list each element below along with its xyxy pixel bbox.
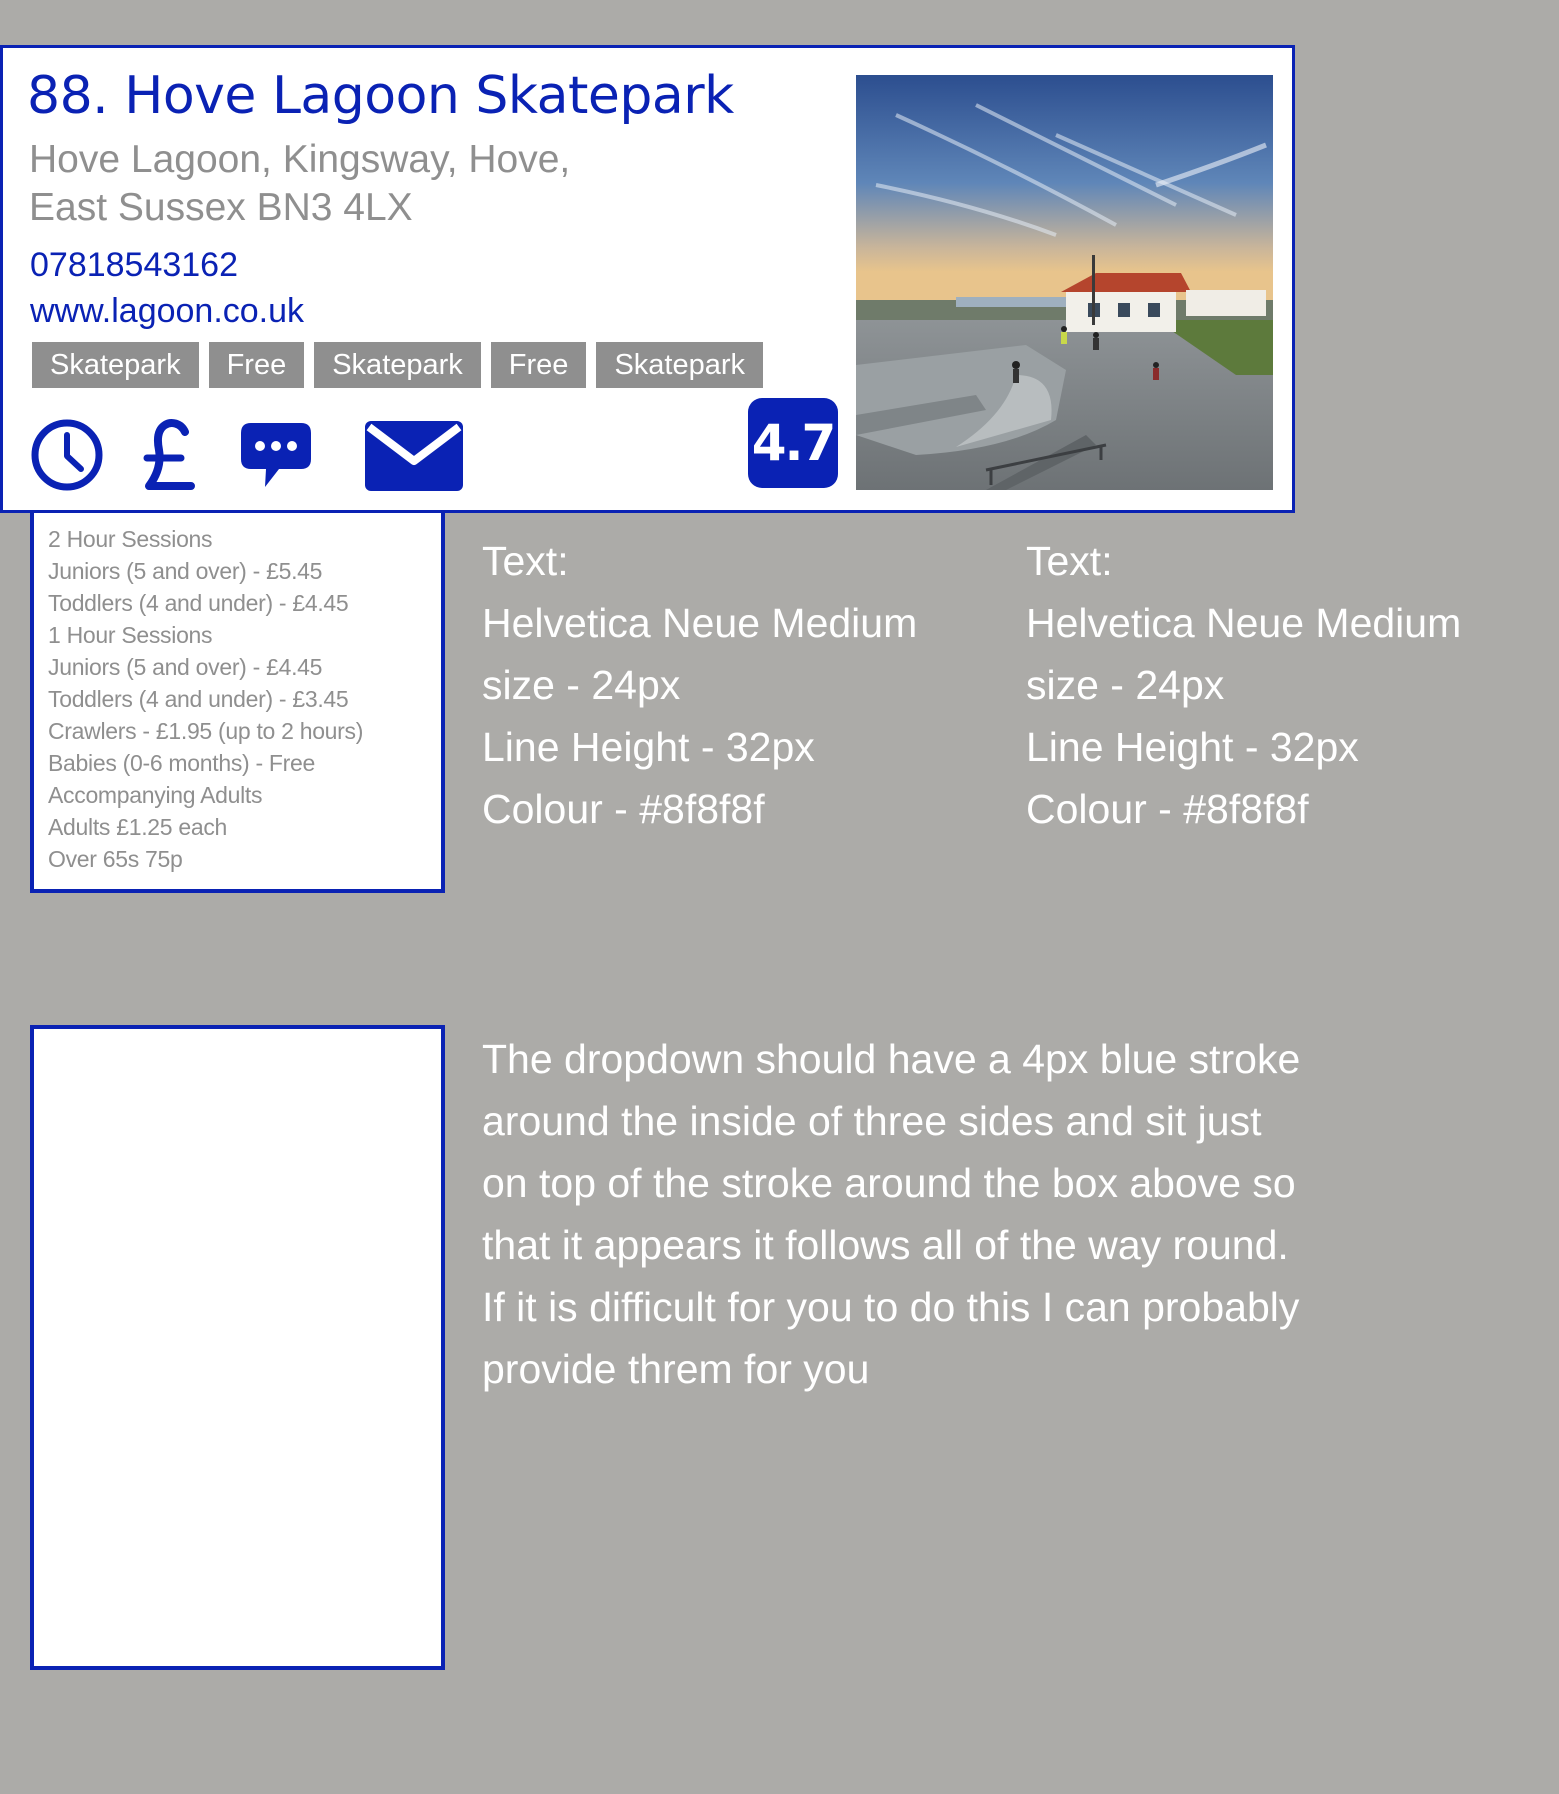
- spec-line: size - 24px: [482, 662, 681, 708]
- empty-dropdown-box: [30, 1025, 445, 1670]
- tag-free[interactable]: Free: [490, 342, 587, 388]
- spec-line: Line Height - 32px: [482, 724, 815, 770]
- chat-icon[interactable]: [239, 421, 313, 493]
- spec-line: Line Height - 32px: [1026, 724, 1359, 770]
- spec-line: Helvetica Neue Medium: [1026, 600, 1462, 646]
- note-line: If it is difficult for you to do this I …: [482, 1284, 1300, 1330]
- design-note: The dropdown should have a 4px blue stro…: [482, 1028, 1462, 1400]
- price-line: Babies (0-6 months) - Free: [48, 750, 316, 776]
- price-line: 2 Hour Sessions: [48, 526, 213, 552]
- note-line: provide threm for you: [482, 1346, 870, 1392]
- price-line: Adults £1.25 each: [48, 814, 228, 840]
- spec-line: Colour - #8f8f8f: [482, 786, 765, 832]
- note-line: The dropdown should have a 4px blue stro…: [482, 1036, 1301, 1082]
- price-line: Accompanying Adults: [48, 782, 263, 808]
- venue-title: 88. Hove Lagoon Skatepark: [27, 66, 734, 126]
- spec-annotation-right: Text: Helvetica Neue Medium size - 24px …: [1026, 530, 1461, 840]
- tag-skatepark[interactable]: Skatepark: [32, 342, 199, 388]
- price-line: Toddlers (4 and under) - £4.45: [48, 590, 349, 616]
- price-line: 1 Hour Sessions: [48, 622, 213, 648]
- clock-icon[interactable]: [30, 418, 104, 492]
- price-line: Juniors (5 and over) - £5.45: [48, 558, 323, 584]
- phone-number[interactable]: 07818543162: [30, 244, 238, 286]
- spec-annotation-left: Text: Helvetica Neue Medium size - 24px …: [482, 530, 917, 840]
- tag-skatepark[interactable]: Skatepark: [314, 342, 481, 388]
- spec-line: Text:: [482, 538, 569, 584]
- price-line: Over 65s 75p: [48, 846, 183, 872]
- website-link[interactable]: www.lagoon.co.uk: [30, 290, 304, 332]
- tag-free[interactable]: Free: [208, 342, 305, 388]
- pound-icon[interactable]: [141, 418, 197, 494]
- spec-line: Colour - #8f8f8f: [1026, 786, 1309, 832]
- rating-badge: 4.7: [748, 398, 838, 488]
- tag-list: Skatepark Free Skatepark Free Skatepark: [32, 342, 764, 388]
- note-line: on top of the stroke around the box abov…: [482, 1160, 1296, 1206]
- price-line: Toddlers (4 and under) - £3.45: [48, 686, 349, 712]
- spec-line: size - 24px: [1026, 662, 1225, 708]
- note-line: that it appears it follows all of the wa…: [482, 1222, 1289, 1268]
- skatepark-photo: [856, 75, 1273, 490]
- price-line: Crawlers - £1.95 (up to 2 hours): [48, 718, 364, 744]
- spec-line: Text:: [1026, 538, 1113, 584]
- pricing-dropdown: 2 Hour Sessions Juniors (5 and over) - £…: [30, 513, 445, 893]
- address-line-1: Hove Lagoon, Kingsway, Hove,: [29, 138, 571, 181]
- note-line: around the inside of three sides and sit…: [482, 1098, 1262, 1144]
- mail-icon[interactable]: [365, 421, 463, 491]
- price-line: Juniors (5 and over) - £4.45: [48, 654, 323, 680]
- venue-address: Hove Lagoon, Kingsway, Hove, East Sussex…: [29, 136, 570, 232]
- address-line-2: East Sussex BN3 4LX: [29, 186, 413, 229]
- venue-card: 88. Hove Lagoon Skatepark Hove Lagoon, K…: [0, 45, 1295, 513]
- spec-line: Helvetica Neue Medium: [482, 600, 918, 646]
- tag-skatepark[interactable]: Skatepark: [596, 342, 764, 388]
